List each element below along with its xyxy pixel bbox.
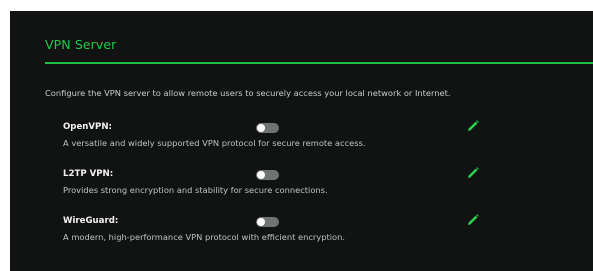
edit-openvpn-pencil-icon[interactable] [466,119,480,133]
toggle-knob [257,124,265,132]
vpn-desc-openvpn: A versatile and widely supported VPN pro… [63,138,366,148]
edit-wireguard-pencil-icon[interactable] [466,213,480,227]
toggle-wireguard[interactable] [256,217,279,227]
vpn-desc-wireguard: A modern, high-performance VPN protocol … [63,232,346,242]
toggle-l2tp[interactable] [256,170,279,180]
section-description: Configure the VPN server to allow remote… [45,88,451,98]
vpn-name-openvpn: OpenVPN: [63,122,112,132]
toggle-knob [257,171,265,179]
pencil-icon [468,167,479,178]
vpn-row-wireguard: WireGuard: A modern, high-performance VP… [10,213,593,252]
pencil-icon [468,214,479,225]
vpn-row-l2tp: L2TP VPN: Provides strong encryption and… [10,166,593,205]
title-divider [45,62,593,64]
vpn-desc-l2tp: Provides strong encryption and stability… [63,185,328,195]
vpn-server-panel: VPN Server Configure the VPN server to a… [10,11,593,271]
toggle-openvpn[interactable] [256,123,279,133]
vpn-row-openvpn: OpenVPN: A versatile and widely supporte… [10,119,593,158]
pencil-icon [468,120,479,131]
section-title: VPN Server [45,37,117,52]
vpn-name-l2tp: L2TP VPN: [63,169,114,179]
edit-l2tp-pencil-icon[interactable] [466,166,480,180]
vpn-name-wireguard: WireGuard: [63,216,119,226]
toggle-knob [257,218,265,226]
